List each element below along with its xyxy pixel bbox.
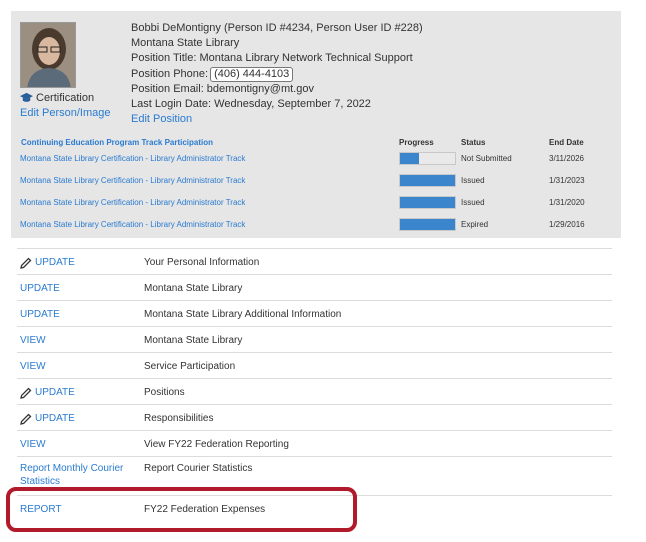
certification-text: Certification [36, 91, 95, 104]
end-date-header: End Date [549, 138, 584, 147]
action-label: VIEW [20, 439, 46, 450]
last-login: Last Login Date: Wednesday, September 7,… [131, 98, 371, 111]
progress-fill [400, 175, 455, 186]
progress-fill [400, 153, 420, 164]
action-list: UPDATE Your Personal Information UPDATE Mon… [17, 248, 612, 521]
track-status: Not Submitted [461, 154, 512, 163]
track-end-date: 3/11/2026 [549, 154, 584, 163]
action-row: UPDATE Montana State Library [17, 274, 612, 300]
action-description: Responsibilities [144, 413, 214, 424]
progress-bar [399, 174, 456, 187]
tracks-title: Continuing Education Program Track Parti… [21, 138, 214, 147]
profile-info: Bobbi DeMontigny (Person ID #4234, Perso… [131, 21, 423, 127]
position-title: Position Title: Montana Library Network … [131, 52, 413, 65]
action-row: UPDATE Your Personal Information [17, 248, 612, 274]
action-label: UPDATE [35, 257, 75, 268]
track-row: Montana State Library Certification - Li… [0, 196, 646, 214]
pencil-icon [20, 257, 32, 269]
profile-photo [20, 22, 76, 88]
action-label: UPDATE [35, 413, 75, 424]
action-description: Montana State Library Additional Informa… [144, 309, 342, 320]
library-name: Montana State Library [131, 37, 240, 50]
action-label: UPDATE [20, 309, 60, 320]
action-label: VIEW [20, 361, 46, 372]
highlight-annotation [6, 487, 357, 532]
action-link[interactable]: UPDATE [20, 386, 75, 399]
action-link[interactable]: UPDATE [20, 256, 75, 269]
phone-label: Position Phone: [131, 67, 209, 80]
progress-fill [400, 219, 455, 230]
progress-bar [399, 218, 456, 231]
track-row: Montana State Library Certification - Li… [0, 174, 646, 192]
pencil-icon [20, 413, 32, 425]
action-link[interactable]: UPDATE [20, 282, 60, 295]
progress-bar [399, 196, 456, 209]
action-row: UPDATE Montana State Library Additional I… [17, 300, 612, 326]
track-status: Issued [461, 176, 485, 185]
action-link[interactable]: VIEW [20, 438, 46, 451]
track-end-date: 1/29/2016 [549, 220, 585, 229]
action-label: UPDATE [35, 387, 75, 398]
action-row: UPDATE Positions [17, 378, 612, 404]
edit-person-image-link[interactable]: Edit Person/Image [20, 107, 111, 119]
action-description: Positions [144, 387, 185, 398]
action-row: UPDATE Responsibilities [17, 404, 612, 430]
action-link[interactable]: VIEW [20, 360, 46, 373]
track-row: Montana State Library Certification - Li… [0, 218, 646, 236]
track-name-link[interactable]: Montana State Library Certification - Li… [20, 154, 245, 163]
action-description: Service Participation [144, 361, 236, 372]
status-header: Status [461, 138, 486, 147]
track-end-date: 1/31/2020 [549, 198, 585, 207]
action-description: Montana State Library [144, 335, 243, 346]
certification-label: Certification [20, 91, 94, 104]
mortarboard-icon [20, 92, 33, 102]
pencil-icon [20, 387, 32, 399]
track-status: Issued [461, 198, 485, 207]
edit-position-link[interactable]: Edit Position [131, 112, 423, 127]
track-name-link[interactable]: Montana State Library Certification - Li… [20, 220, 245, 229]
action-row: VIEW View FY22 Federation Reporting [17, 430, 612, 456]
track-name-link[interactable]: Montana State Library Certification - Li… [20, 198, 245, 207]
track-row: Montana State Library Certification - Li… [0, 152, 646, 170]
position-phone: Position Phone: (406) 444-4103 [131, 66, 423, 82]
progress-fill [400, 197, 455, 208]
track-name-link[interactable]: Montana State Library Certification - Li… [20, 176, 245, 185]
action-link[interactable]: UPDATE [20, 308, 60, 321]
action-label: UPDATE [20, 283, 60, 294]
progress-bar [399, 152, 456, 165]
progress-header: Progress [399, 138, 434, 147]
action-link[interactable]: VIEW [20, 334, 46, 347]
action-label: Report Monthly Courier Statistics [20, 463, 124, 487]
action-row: VIEW Service Participation [17, 352, 612, 378]
action-link[interactable]: UPDATE [20, 412, 75, 425]
action-description: Your Personal Information [144, 257, 260, 268]
person-name: Bobbi DeMontigny (Person ID #4234, Perso… [131, 22, 423, 34]
action-description: View FY22 Federation Reporting [144, 439, 289, 450]
action-description: Montana State Library [144, 283, 243, 294]
track-status: Expired [461, 220, 489, 229]
position-email: Position Email: bdemontigny@mt.gov [131, 82, 314, 95]
action-link[interactable]: Report Monthly Courier Statistics [20, 462, 130, 488]
phone-value: (406) 444-4103 [210, 66, 294, 82]
track-end-date: 1/31/2023 [549, 176, 585, 185]
action-label: VIEW [20, 335, 46, 346]
action-row: VIEW Montana State Library [17, 326, 612, 352]
action-description: Report Courier Statistics [144, 463, 253, 474]
